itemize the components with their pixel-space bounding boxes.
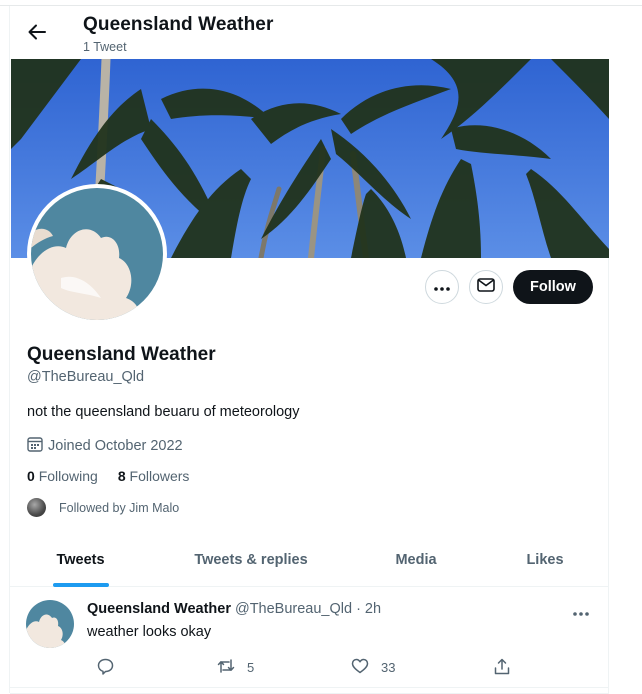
follower-avatar	[27, 498, 46, 517]
following-label: Following	[38, 468, 98, 484]
followers-label: Followers	[129, 468, 190, 484]
following-count: 0	[27, 468, 35, 484]
following-link[interactable]: 0 Following	[27, 468, 98, 484]
follow-stats: 0 Following 8 Followers	[27, 468, 189, 484]
retweet-icon	[217, 658, 235, 677]
profile-tabs: Tweets Tweets & replies Media Likes	[10, 533, 609, 587]
tab-media[interactable]: Media	[351, 533, 481, 586]
share-button[interactable]	[494, 658, 510, 678]
profile-column: Queensland Weather 1 Tweet Follow Queens…	[9, 6, 609, 694]
more-icon	[434, 278, 450, 296]
retweet-count: 5	[247, 660, 255, 675]
share-icon	[494, 658, 510, 678]
tweet-author-handle[interactable]: @TheBureau_Qld	[235, 601, 352, 617]
right-sidebar-edge	[608, 6, 642, 693]
tweet-header: Queensland Weather @TheBureau_Qld · 2h	[87, 601, 381, 617]
tweet-separator: ·	[356, 601, 361, 617]
calendar-icon	[27, 436, 43, 456]
back-arrow-icon[interactable]	[26, 21, 48, 43]
header-title: Queensland Weather	[83, 14, 274, 35]
mail-icon	[477, 277, 495, 297]
like-button[interactable]: 33	[351, 658, 395, 677]
profile-avatar[interactable]	[27, 184, 167, 324]
tab-tweets-replies[interactable]: Tweets & replies	[151, 533, 351, 586]
profile-header: Queensland Weather 1 Tweet	[10, 6, 609, 59]
message-button[interactable]	[469, 270, 503, 304]
tab-tweets[interactable]: Tweets	[10, 533, 151, 586]
followers-count: 8	[117, 468, 126, 484]
tab-likes[interactable]: Likes	[481, 533, 609, 586]
joined-date: Joined October 2022	[27, 436, 183, 456]
retweet-button[interactable]: 5	[217, 658, 254, 677]
like-icon	[351, 658, 369, 677]
tweet-text: weather looks okay	[87, 624, 212, 640]
follow-button[interactable]: Follow	[513, 270, 593, 304]
tweet-avatar[interactable]	[26, 600, 74, 648]
tweet-time[interactable]: 2h	[365, 601, 381, 617]
joined-text: Joined October 2022	[48, 438, 183, 454]
like-count: 33	[381, 660, 396, 675]
tweet-author-name[interactable]: Queensland Weather	[87, 601, 231, 617]
header-tweet-count: 1 Tweet	[83, 40, 127, 54]
more-options-button[interactable]	[425, 270, 459, 304]
followed-by-text: Followed by Jim Malo	[59, 500, 180, 515]
tweet-more-icon[interactable]	[573, 603, 589, 621]
profile-bio: not the queensland beuaru of meteorology	[27, 404, 300, 420]
reply-icon	[97, 658, 114, 678]
followers-link[interactable]: 8 Followers	[118, 468, 190, 484]
profile-handle: @TheBureau_Qld	[27, 369, 145, 385]
profile-name: Queensland Weather	[27, 344, 216, 365]
followed-by[interactable]: Followed by Jim Malo	[27, 498, 179, 517]
tweet[interactable]: Queensland Weather @TheBureau_Qld · 2h w…	[10, 587, 609, 688]
reply-button[interactable]	[97, 658, 114, 678]
tweet-actions: 5 33	[87, 658, 517, 680]
